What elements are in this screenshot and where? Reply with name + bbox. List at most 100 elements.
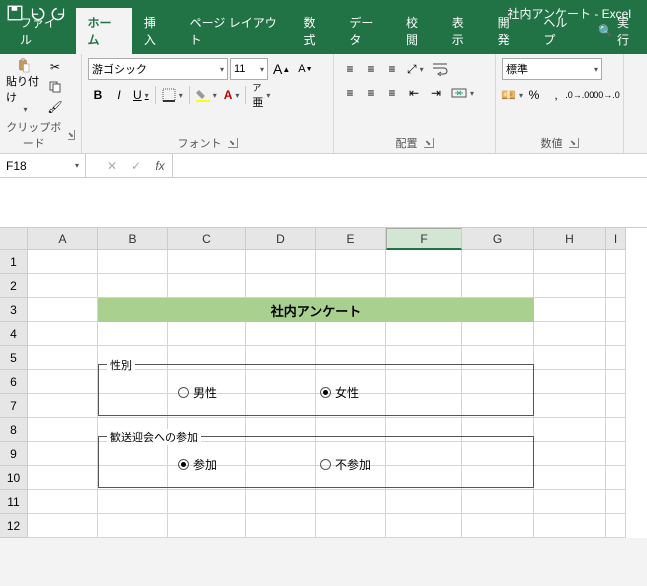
cell[interactable] [606,370,626,394]
cell[interactable] [168,298,246,322]
column-header[interactable]: I [606,228,626,250]
fx-icon[interactable]: fx [148,159,172,173]
formula-input[interactable] [173,154,647,177]
column-header[interactable]: H [534,228,606,250]
borders-icon[interactable]: ▾ [159,84,186,106]
cell[interactable] [534,370,606,394]
cell[interactable] [386,250,462,274]
cell[interactable] [98,322,168,346]
cell[interactable] [98,250,168,274]
column-header[interactable]: C [168,228,246,250]
cell[interactable] [606,394,626,418]
wrap-text-icon[interactable] [429,58,451,80]
cell[interactable] [28,442,98,466]
font-size-select[interactable]: 11▾ [230,58,268,80]
select-all-triangle[interactable] [0,228,28,250]
cell[interactable] [28,346,98,370]
accounting-format-icon[interactable]: 💴▾ [502,84,522,106]
cut-icon[interactable]: ✂ [46,58,64,76]
clipboard-launcher[interactable]: ⬊ [68,130,75,140]
tell-me[interactable]: 🔍 実行 [588,8,647,54]
cell[interactable] [168,514,246,538]
cancel-icon[interactable]: ✕ [100,159,124,173]
underline-button[interactable]: U▾ [130,84,152,106]
cell[interactable] [168,490,246,514]
row-header[interactable]: 8 [0,418,28,442]
tab-home[interactable]: ホーム [76,8,132,54]
comma-format-icon[interactable]: , [546,84,566,106]
cell[interactable] [386,322,462,346]
number-launcher[interactable]: ⬊ [569,138,579,148]
increase-decimal-icon[interactable]: .0→.00 [568,84,592,106]
radio-attend[interactable]: 参加 [178,456,217,473]
orientation-icon[interactable]: ⤢▾ [404,58,427,80]
cell[interactable] [534,322,606,346]
enter-icon[interactable]: ✓ [124,159,148,173]
radio-male[interactable]: 男性 [178,384,217,401]
tab-file[interactable]: ファイル [8,8,76,54]
cell[interactable] [386,298,462,322]
row-header[interactable]: 4 [0,322,28,346]
align-left-icon[interactable]: ≡ [340,82,360,104]
row-header[interactable]: 11 [0,490,28,514]
bold-button[interactable]: B [88,84,108,106]
row-header[interactable]: 12 [0,514,28,538]
radio-female[interactable]: 女性 [320,384,359,401]
cell[interactable] [246,322,316,346]
cell[interactable] [246,490,316,514]
tab-insert[interactable]: 挿入 [132,8,178,54]
cell[interactable] [98,298,168,322]
cell[interactable] [316,322,386,346]
cell[interactable] [28,394,98,418]
column-header[interactable]: A [28,228,98,250]
column-header[interactable]: E [316,228,386,250]
row-header[interactable]: 9 [0,442,28,466]
column-header[interactable]: G [462,228,534,250]
cell[interactable] [534,250,606,274]
tab-data[interactable]: データ [337,8,394,54]
cell[interactable] [246,274,316,298]
cell[interactable] [606,418,626,442]
font-color-icon[interactable]: A▾ [221,84,243,106]
cell[interactable] [28,490,98,514]
tab-view[interactable]: 表示 [440,8,486,54]
cell[interactable] [606,514,626,538]
cell[interactable] [168,250,246,274]
cell[interactable] [386,274,462,298]
cell[interactable] [534,490,606,514]
font-launcher[interactable]: ⬊ [228,138,238,148]
number-format-select[interactable]: 標準▾ [502,58,602,80]
cell[interactable] [28,298,98,322]
italic-button[interactable]: I [109,84,129,106]
tab-help[interactable]: ヘルプ [531,8,588,54]
cell[interactable] [534,274,606,298]
percent-format-icon[interactable]: % [524,84,544,106]
cell[interactable] [386,490,462,514]
font-name-select[interactable]: 游ゴシック▾ [88,58,228,80]
align-center-icon[interactable]: ≡ [361,82,381,104]
cell[interactable] [462,490,534,514]
cell[interactable] [246,298,316,322]
cell[interactable] [98,274,168,298]
column-header[interactable]: F [386,228,462,250]
column-header[interactable]: D [246,228,316,250]
cell[interactable] [386,514,462,538]
cell[interactable] [606,298,626,322]
cell[interactable] [316,490,386,514]
cell[interactable] [462,514,534,538]
cell[interactable] [606,322,626,346]
cell[interactable] [606,274,626,298]
cell[interactable] [316,298,386,322]
cell[interactable] [98,490,168,514]
row-header[interactable]: 5 [0,346,28,370]
cell[interactable] [534,346,606,370]
worksheet-grid[interactable]: ABCDEFGHI 123456789101112 社内アンケート 性別 男性 … [0,228,647,538]
cell[interactable] [534,298,606,322]
cell[interactable] [606,346,626,370]
cell[interactable] [246,514,316,538]
row-header[interactable]: 7 [0,394,28,418]
cell[interactable] [534,418,606,442]
row-header[interactable]: 6 [0,370,28,394]
cell[interactable] [168,322,246,346]
cell[interactable] [462,250,534,274]
